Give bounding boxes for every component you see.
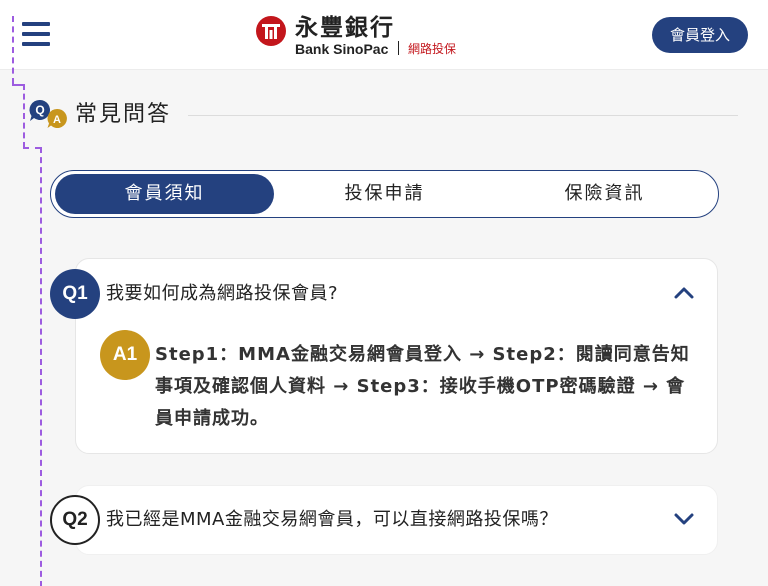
- faq-category-tabs: 會員須知 投保申請 保險資訊: [50, 170, 719, 218]
- tab-application[interactable]: 投保申請: [275, 174, 494, 214]
- faq-question-1[interactable]: 我要如何成為網路投保會員?: [106, 282, 338, 306]
- tab-member-notice[interactable]: 會員須知: [55, 174, 274, 214]
- answer-badge: A1: [100, 330, 150, 380]
- bank-name-cn: 永豐銀行: [295, 15, 395, 41]
- decorative-dashed-line: [40, 147, 42, 586]
- decorative-dashed-line: [23, 84, 25, 148]
- hamburger-menu-icon[interactable]: [22, 22, 50, 48]
- sinopac-logo-icon: [256, 16, 286, 46]
- faq-question-2[interactable]: 我已經是MMA金融交易網會員，可以直接網路投保嗎？: [106, 508, 558, 532]
- decorative-dashed-line: [23, 147, 41, 149]
- question-badge: Q1: [50, 269, 100, 319]
- section-divider: [188, 115, 738, 116]
- section-title: 常見問答: [75, 102, 172, 127]
- top-header: 永豐銀行 Bank SinoPac 網路投保 會員登入: [0, 0, 768, 70]
- qa-bubble-icon: Q A: [29, 99, 67, 128]
- logo-divider: [398, 41, 399, 55]
- decorative-dashed-line: [12, 16, 14, 84]
- sub-brand-label: 網路投保: [408, 42, 457, 56]
- faq-answer-1: Step1：MMA金融交易網會員登入 → Step2：閱讀同意告知事項及確認個人…: [155, 344, 690, 429]
- bank-name-en: Bank SinoPac: [295, 41, 389, 57]
- qa-badge-q: Q: [35, 103, 44, 117]
- member-login-button[interactable]: 會員登入: [652, 17, 748, 53]
- chevron-up-icon[interactable]: [673, 282, 695, 304]
- question-badge: Q2: [50, 495, 100, 545]
- qa-badge-a: A: [53, 114, 61, 126]
- chevron-down-icon[interactable]: [673, 508, 695, 530]
- bank-logo[interactable]: 永豐銀行 Bank SinoPac 網路投保: [255, 13, 475, 59]
- tab-insurance-info[interactable]: 保險資訊: [495, 174, 714, 214]
